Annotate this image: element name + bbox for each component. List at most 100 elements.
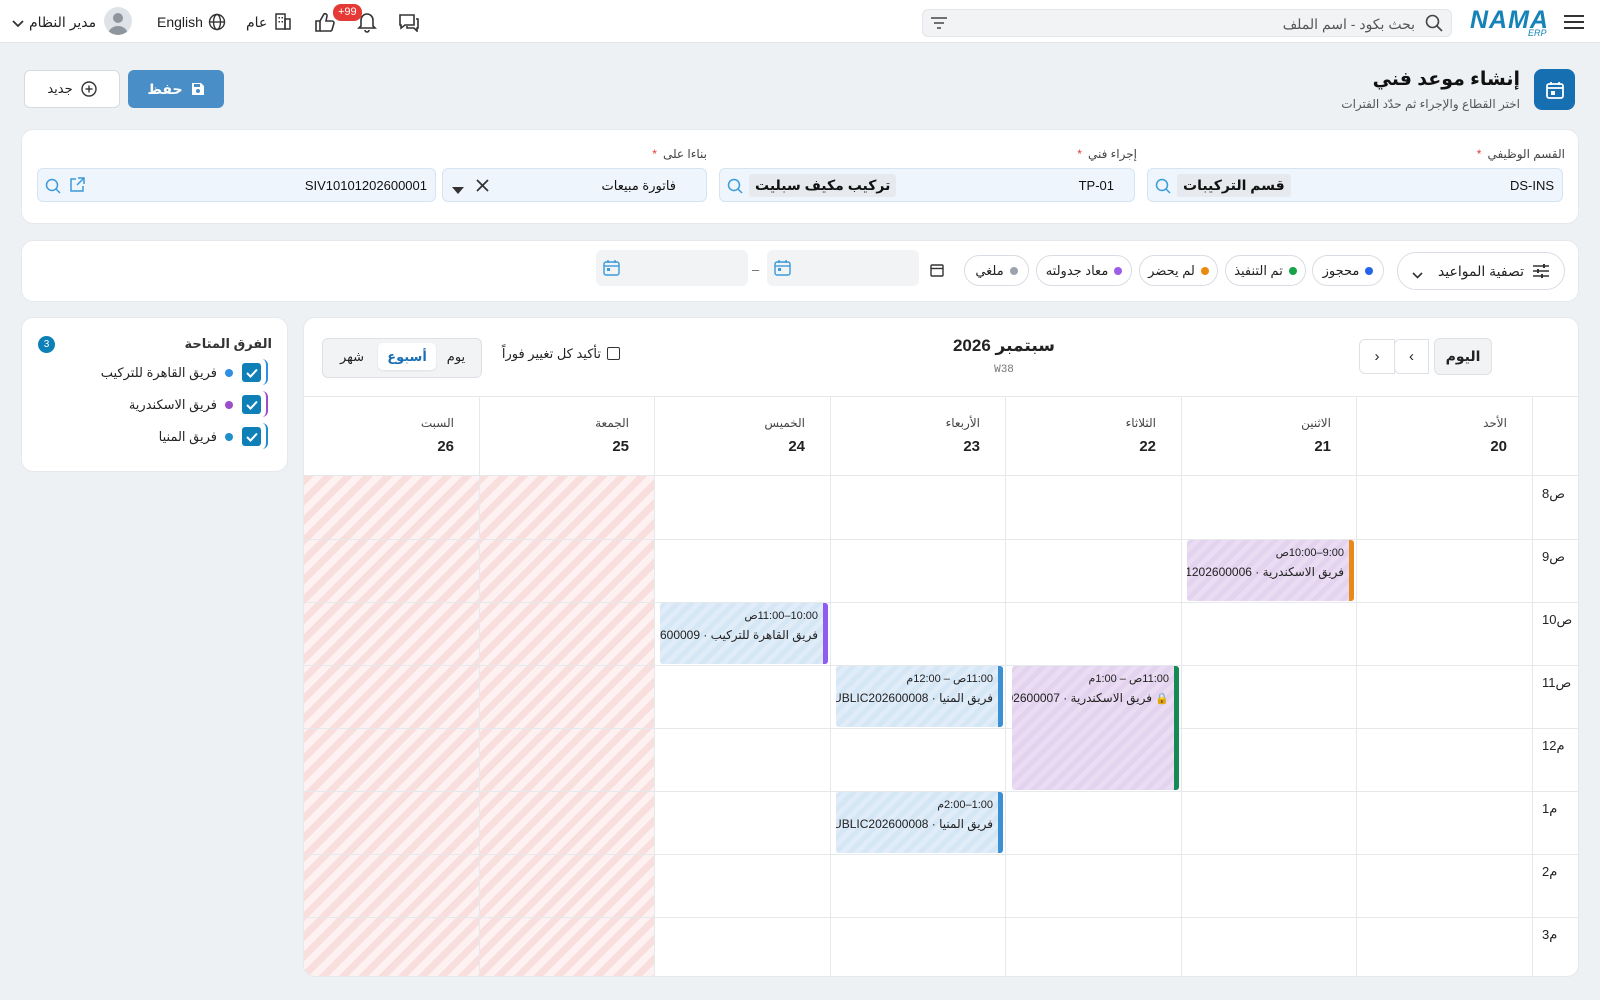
status-label: محجوز (1322, 262, 1360, 278)
procedure-code: TP-01 (1078, 178, 1114, 193)
view-month-tab[interactable]: شهر (328, 343, 376, 370)
clear-icon[interactable] (476, 179, 489, 195)
brand-logo[interactable]: NAMA ERP (1470, 4, 1552, 38)
teams-title: الفرق المتاحة (184, 336, 272, 351)
save-button-label: حفظ (147, 80, 183, 97)
day-header-saturday: السبت (420, 416, 454, 430)
based-on-type-select[interactable]: فاتورة مبيعات (442, 168, 707, 202)
appointment-event[interactable]: 9:00–10:00ص فريق الاسكندرية · SIV1010120… (1187, 540, 1354, 601)
calendar-icon[interactable] (603, 259, 620, 279)
search-refresh-icon[interactable] (44, 177, 62, 198)
search-refresh-icon[interactable] (1154, 177, 1172, 198)
team-checkbox[interactable] (242, 427, 261, 446)
appointment-event[interactable]: 11:00ص – 1:00م 🔒 فريق الاسكندرية · SIV10… (1012, 666, 1179, 790)
calendar-card: اليوم ‹ › سبتمبر 2026 W38 تأكيد كل تغيير… (303, 317, 1579, 977)
external-link-icon[interactable] (69, 177, 85, 196)
calendar-month-title: سبتمبر 2026 (952, 336, 1056, 355)
grid-divider (1181, 396, 1182, 976)
brand-sub: ERP (1528, 28, 1547, 38)
branch-selector[interactable]: عام (246, 12, 294, 32)
status-chip-cancelled[interactable]: ملغي (964, 255, 1029, 286)
date-to-field[interactable] (767, 250, 919, 286)
status-dot (1114, 266, 1123, 275)
day-header-tuesday: الثلاثاء (1125, 416, 1156, 430)
procedure-field[interactable]: TP-01 تركيب مكيف سبليت (719, 168, 1135, 202)
team-name: فريق القاهرة للتركيب (100, 365, 217, 380)
day-header-thursday: الخميس (764, 416, 805, 430)
calendar-icon[interactable] (774, 259, 791, 279)
confirm-changes-checkbox[interactable] (607, 347, 620, 360)
day-number-saturday: 26 (437, 438, 454, 455)
notifications-badge: +99 (333, 4, 362, 21)
filter-title: تصفية المواعيد (1437, 263, 1524, 279)
grid-divider (1005, 396, 1006, 976)
team-color-dot (225, 433, 233, 441)
caret-down-icon[interactable] (452, 182, 464, 197)
filter-lines-icon[interactable] (931, 17, 947, 32)
team-checkbox[interactable] (242, 363, 261, 382)
event-status-bar (823, 603, 828, 664)
team-name: فريق الاسكندرية (128, 397, 217, 412)
appointment-event[interactable]: 11:00ص – 12:00م فريق المنيا · PUBLIC2026… (836, 666, 1003, 727)
top-bar: NAMA ERP +99 عام English (0, 0, 1600, 43)
event-time: 11:00ص – 12:00م (906, 673, 993, 685)
appointment-event[interactable]: 10:00–11:00ص فريق القاهرة للتركيب · SIV1… (660, 603, 828, 664)
save-button[interactable]: حفظ (128, 70, 224, 108)
event-details: فريق المنيا · PUBLIC202600008 (836, 817, 993, 831)
hour-divider (304, 539, 1578, 540)
status-chip-done[interactable]: تم التنفيذ (1225, 255, 1306, 286)
lock-icon: 🔒 (1155, 693, 1169, 705)
global-search[interactable] (922, 9, 1452, 37)
event-status-bar (1349, 540, 1354, 601)
hour-label: 9ص (1542, 549, 1565, 564)
day-header-monday: الاثنين (1301, 416, 1331, 430)
team-item-cairo[interactable]: فريق القاهرة للتركيب (22, 357, 289, 387)
based-on-type-value: فاتورة مبيعات (601, 178, 677, 193)
hour-label: 3م (1542, 927, 1558, 942)
hour-divider (304, 728, 1578, 729)
view-day-tab[interactable]: يوم (434, 343, 478, 370)
calendar-icon (930, 263, 944, 280)
date-from-field[interactable] (596, 250, 748, 286)
prev-week-button[interactable]: ‹ (1394, 339, 1429, 374)
department-label: القسم الوظيفي* (1476, 147, 1565, 161)
team-item-minya[interactable]: فريق المنيا (22, 421, 289, 451)
new-button[interactable]: جديد (24, 70, 120, 108)
next-week-button[interactable]: › (1359, 339, 1395, 374)
event-details-text: فريق الاسكندرية · SIV10101202600007 (1012, 691, 1152, 705)
team-color-dot (225, 369, 233, 377)
team-color-bracket (262, 359, 268, 385)
status-chip-booked[interactable]: محجوز (1312, 255, 1384, 286)
menu-icon[interactable] (1563, 11, 1585, 33)
appointment-event[interactable]: 1:00–2:00م فريق المنيا · PUBLIC202600008 (836, 792, 1003, 853)
thumbs-up-icon[interactable] (313, 10, 337, 34)
status-label: معاد جدولته (1045, 262, 1109, 278)
day-number-wednesday: 23 (963, 438, 980, 455)
view-week-tab[interactable]: أسبوع (378, 343, 436, 370)
hour-label: 11ص (1542, 675, 1572, 690)
hour-divider (304, 602, 1578, 603)
appointments-filter-button[interactable]: تصفية المواعيد (1397, 252, 1565, 290)
department-field[interactable]: DS-INS قسم التركيبات (1147, 168, 1563, 202)
search-icon (1425, 14, 1443, 35)
based-on-document-field[interactable]: SIV10101202600001 (37, 168, 436, 202)
status-label: لم يحضر (1148, 262, 1195, 278)
week-number: W38 (994, 364, 1014, 376)
day-number-monday: 21 (1314, 438, 1331, 455)
event-status-bar (998, 792, 1003, 853)
day-number-friday: 25 (612, 438, 629, 455)
status-chip-no-show[interactable]: لم يحضر (1139, 255, 1218, 286)
search-refresh-icon[interactable] (726, 177, 744, 198)
chat-icon[interactable] (397, 10, 421, 34)
day-header-sunday: الأحد (1483, 416, 1507, 430)
team-item-alexandria[interactable]: فريق الاسكندرية (22, 389, 289, 419)
language-selector[interactable]: English (157, 12, 227, 32)
search-input[interactable] (975, 14, 1415, 34)
teams-count-badge: 3 (38, 336, 55, 353)
confirm-changes-toggle[interactable]: تأكيد كل تغيير فوراً (500, 342, 620, 366)
user-menu[interactable]: مدير النظام (10, 7, 135, 37)
team-checkbox[interactable] (242, 395, 261, 414)
status-chip-rescheduled[interactable]: معاد جدولته (1036, 255, 1132, 286)
hour-label: 1م (1542, 801, 1558, 816)
today-button[interactable]: اليوم (1434, 338, 1492, 375)
